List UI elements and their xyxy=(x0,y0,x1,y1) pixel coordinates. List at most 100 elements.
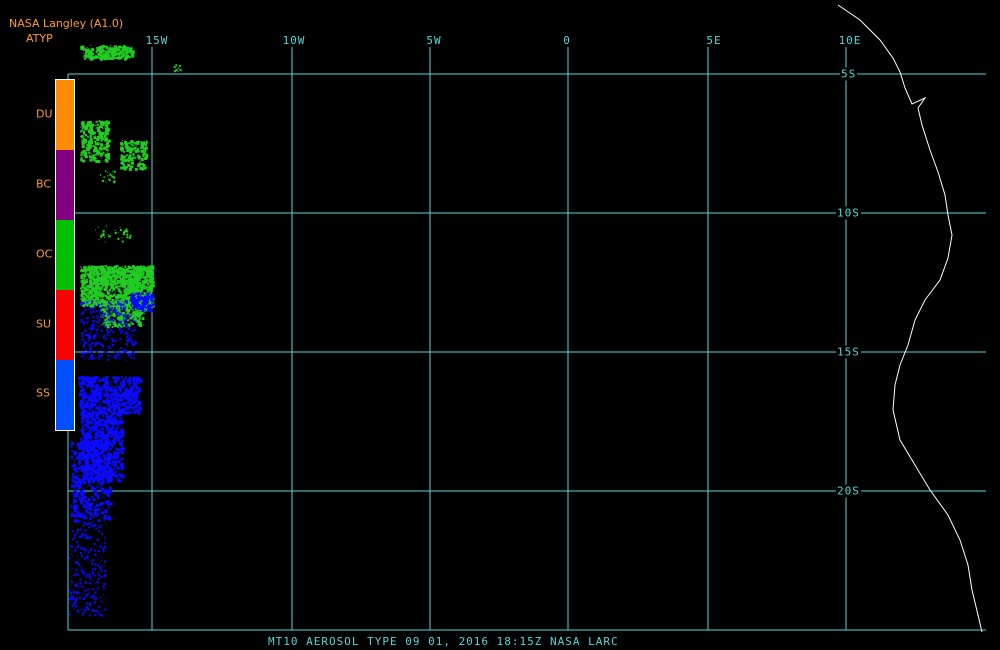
aerosol-pixel xyxy=(90,460,92,462)
aerosol-pixel xyxy=(91,324,94,327)
aerosol-pixel xyxy=(129,151,132,154)
aerosol-pixel xyxy=(138,150,140,152)
aerosol-pixel xyxy=(122,327,124,329)
aerosol-pixel xyxy=(95,356,97,358)
aerosol-pixel xyxy=(74,606,76,608)
aerosol-pixel xyxy=(106,453,110,456)
aerosol-pixel xyxy=(87,517,88,519)
aerosol-pixel xyxy=(114,397,118,401)
aerosol-pixel xyxy=(91,525,93,527)
aerosol-pixel xyxy=(111,462,113,464)
aerosol-pixel xyxy=(110,278,113,281)
aerosol-pixel xyxy=(104,498,105,500)
aerosol-pixel xyxy=(113,274,116,277)
aerosol-pixel xyxy=(110,280,113,283)
aerosol-pixel xyxy=(99,124,101,126)
aerosol-pixel xyxy=(91,563,94,565)
aerosol-pixel xyxy=(130,402,132,404)
aerosol-pixel xyxy=(128,164,130,165)
aerosol-pixel xyxy=(81,595,83,597)
aerosol-pixel xyxy=(89,471,91,473)
aerosol-pixel xyxy=(100,614,101,616)
aerosol-pixel xyxy=(96,321,99,324)
aerosol-pixel xyxy=(117,307,119,309)
aerosol-pixel xyxy=(99,418,100,420)
aerosol-pixel xyxy=(119,349,121,351)
aerosol-pixel xyxy=(107,315,109,317)
aerosol-pixel xyxy=(88,526,90,529)
aerosol-pixel xyxy=(80,447,83,450)
aerosol-pixel xyxy=(83,521,86,524)
aerosol-pixel xyxy=(119,337,122,340)
aerosol-pixel xyxy=(86,402,88,404)
aerosol-pixel xyxy=(84,575,85,576)
aerosol-pixel xyxy=(108,179,111,182)
aerosol-pixel xyxy=(102,344,104,346)
aerosol-pixel xyxy=(93,543,96,545)
aerosol-pixel xyxy=(102,507,104,509)
aerosol-pixel xyxy=(92,381,95,384)
aerosol-pixel xyxy=(70,455,72,457)
aerosol-pixel xyxy=(108,477,110,479)
aerosol-pixel xyxy=(85,473,89,477)
aerosol-pixel xyxy=(131,296,133,298)
aerosol-pixel xyxy=(70,505,73,508)
aerosol-pixel xyxy=(91,389,95,393)
aerosol-pixel xyxy=(77,609,80,612)
aerosol-pixel xyxy=(69,591,71,593)
aerosol-pixel xyxy=(109,479,111,481)
aerosol-pixel xyxy=(100,466,103,469)
aerosol-pixel xyxy=(78,385,80,387)
aerosol-pixel xyxy=(100,175,102,177)
aerosol-pixel xyxy=(99,402,101,404)
aerosol-pixel xyxy=(88,359,90,360)
aerosol-pixel xyxy=(80,130,83,133)
aerosol-pixel xyxy=(100,153,103,157)
aerosol-pixel xyxy=(122,288,124,290)
aerosol-pixel xyxy=(111,311,113,313)
aerosol-pixel xyxy=(121,389,123,391)
aerosol-pixel xyxy=(125,150,127,152)
aerosol-pixel xyxy=(128,411,132,415)
aerosol-pixel xyxy=(101,409,103,411)
aerosol-pixel xyxy=(108,376,110,378)
aerosol-pixel xyxy=(107,383,110,385)
aerosol-pixel xyxy=(77,555,78,557)
aerosol-pixel xyxy=(103,462,106,465)
aerosol-pixel xyxy=(121,459,123,460)
aerosol-pixel xyxy=(83,342,86,345)
aerosol-pixel xyxy=(132,319,134,321)
aerosol-pixel xyxy=(88,464,89,466)
aerosol-pixel xyxy=(103,446,106,449)
aerosol-pixel xyxy=(79,528,82,531)
aerosol-pixel xyxy=(86,487,88,489)
aerosol-pixel xyxy=(85,419,89,422)
aerosol-pixel xyxy=(83,422,85,424)
aerosol-pixel xyxy=(79,378,81,380)
aerosol-pixel xyxy=(95,300,97,302)
aerosol-pixel xyxy=(102,497,104,499)
aerosol-pixel xyxy=(139,167,142,169)
aerosol-pixel xyxy=(124,343,126,345)
aerosol-pixel xyxy=(109,344,111,346)
aerosol-pixel xyxy=(143,147,147,151)
aerosol-pixel xyxy=(109,415,113,418)
aerosol-pixel xyxy=(93,147,97,151)
aerosol-pixel xyxy=(103,176,105,178)
aerosol-pixel xyxy=(84,349,87,352)
aerosol-pixel xyxy=(114,300,115,302)
aerosol-pixel xyxy=(89,607,91,609)
aerosol-pixel xyxy=(109,293,111,295)
aerosol-pixel xyxy=(125,343,128,346)
aerosol-pixel xyxy=(123,167,127,171)
aerosol-pixel xyxy=(91,126,93,129)
aerosol-pixel xyxy=(89,348,92,351)
aerosol-pixel xyxy=(76,593,78,595)
aerosol-pixel xyxy=(86,135,89,138)
aerosol-pixel xyxy=(91,588,94,591)
aerosol-pixel xyxy=(86,535,88,537)
aerosol-pixel xyxy=(81,565,83,567)
aerosol-pixel xyxy=(104,395,106,397)
aerosol-pixel xyxy=(95,125,96,126)
aerosol-pixel xyxy=(99,475,102,478)
